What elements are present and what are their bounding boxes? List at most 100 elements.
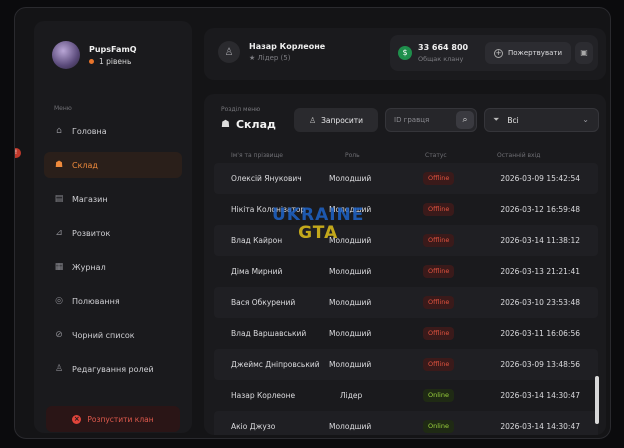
member-role: Молодший bbox=[329, 298, 372, 307]
column-status: Статус bbox=[425, 152, 447, 159]
column-name: Ім'я та прізвище bbox=[231, 152, 283, 159]
column-last-login: Останній вхід bbox=[497, 152, 541, 159]
scrollbar[interactable] bbox=[595, 376, 599, 424]
status-badge: Offline bbox=[423, 172, 455, 185]
member-role: Молодший bbox=[329, 267, 372, 276]
sidebar-item-label: Магазин bbox=[72, 194, 108, 204]
shop-icon: ▤ bbox=[54, 194, 64, 204]
table-row[interactable]: Назар Корлеоне Лідер Online 2026-03-14 14:3… bbox=[214, 380, 598, 411]
table-row[interactable]: Вася Обкурений Молодший Offline 2026-03-10 … bbox=[214, 287, 598, 318]
member-role: Молодший bbox=[329, 360, 372, 369]
invite-button[interactable]: ♙ Запросити bbox=[294, 108, 378, 132]
member-last-login: 2026-03-09 15:42:54 bbox=[500, 174, 580, 183]
member-last-login: 2026-03-14 14:30:47 bbox=[500, 391, 580, 400]
clan-header: ♙ Назар Корлеоне ★ Лідер (5) $ 33 664 80… bbox=[204, 28, 606, 80]
wallet-button[interactable]: ▣ bbox=[575, 42, 593, 64]
status-badge: Offline bbox=[423, 265, 455, 278]
sidebar-menu: ⌂ Головна ☗ Склад ▤ Магазин ⊿ Розвиток ▦ Журн… bbox=[44, 118, 182, 390]
status-badge: Offline bbox=[423, 296, 455, 309]
watermark-line2: GTA bbox=[298, 223, 339, 243]
table-row[interactable]: Акіо Джузо Молодший Online 2026-03-14 14:30… bbox=[214, 411, 598, 435]
sidebar-item-hunting[interactable]: ◎ Полювання bbox=[44, 288, 182, 314]
member-last-login: 2026-03-09 13:48:56 bbox=[500, 360, 580, 369]
user-level: 1 рівень bbox=[89, 57, 137, 66]
money-icon: $ bbox=[398, 46, 412, 60]
page-title-text: Склад bbox=[235, 118, 276, 131]
sidebar-item-label: Склад bbox=[72, 160, 98, 170]
ban-icon: ⊘ bbox=[55, 330, 63, 340]
member-name: Влад Варшавський bbox=[231, 329, 307, 338]
member-last-login: 2026-03-14 11:38:12 bbox=[500, 236, 580, 245]
donate-button[interactable]: + Пожертвувати bbox=[485, 42, 571, 64]
member-name: Назар Корлеоне bbox=[231, 391, 296, 400]
member-last-login: 2026-03-11 16:06:56 bbox=[500, 329, 580, 338]
avatar bbox=[52, 41, 80, 69]
user-profile[interactable]: PupsFamQ 1 рівень bbox=[52, 41, 137, 69]
home-icon: ⌂ bbox=[56, 126, 62, 136]
close-circle-icon: × bbox=[72, 414, 82, 424]
player-search: ⌕ bbox=[385, 108, 477, 132]
leader-info: ♙ Назар Корлеоне ★ Лідер (5) bbox=[218, 41, 325, 63]
plus-icon: + bbox=[494, 48, 503, 58]
member-role: Молодший bbox=[329, 174, 372, 183]
people-icon: ☗ bbox=[54, 160, 64, 170]
invite-label: Запросити bbox=[321, 115, 364, 125]
sidebar-item-blacklist[interactable]: ⊘ Чорний список bbox=[44, 322, 182, 348]
sidebar-item-shop[interactable]: ▤ Магазин bbox=[44, 186, 182, 212]
search-input[interactable] bbox=[386, 109, 454, 131]
member-last-login: 2026-03-10 23:53:48 bbox=[500, 298, 580, 307]
menu-label: Меню bbox=[54, 105, 72, 112]
table-row[interactable]: Діма Мирний Молодший Offline 2026-03-13 21:… bbox=[214, 256, 598, 287]
watermark-logo: UKRAINE GTA bbox=[272, 206, 364, 242]
member-name: Діма Мирний bbox=[231, 267, 283, 276]
search-icon: ⌕ bbox=[462, 115, 468, 125]
filter-value: Всі bbox=[507, 115, 519, 125]
sidebar-item-role-editing[interactable]: ♙ Редагування ролей bbox=[44, 356, 182, 382]
search-button[interactable]: ⌕ bbox=[456, 111, 474, 129]
add-user-icon: ♙ bbox=[308, 115, 317, 125]
member-role: Лідер bbox=[340, 391, 363, 400]
status-badge: Offline bbox=[423, 358, 455, 371]
sidebar-item-label: Головна bbox=[72, 126, 107, 136]
table-row[interactable]: Олексій Янукович Молодший Offline 2026-03-0… bbox=[214, 163, 598, 194]
status-badge: Offline bbox=[423, 234, 455, 247]
disband-label: Розпустити клан bbox=[87, 414, 154, 424]
user-icon: ♙ bbox=[218, 41, 240, 63]
wallet-icon: ▣ bbox=[580, 48, 588, 57]
notification-dot: ! bbox=[15, 148, 21, 158]
member-name: Джеймс Дніпровський bbox=[231, 360, 320, 369]
sidebar-item-label: Чорний список bbox=[72, 330, 135, 340]
sidebar-item-home[interactable]: ⌂ Головна bbox=[44, 118, 182, 144]
target-icon: ◎ bbox=[55, 296, 63, 306]
disband-clan-button[interactable]: × Розпустити клан bbox=[46, 406, 180, 432]
chart-icon: ⊿ bbox=[55, 228, 63, 238]
sidebar-item-members[interactable]: ☗ Склад bbox=[44, 152, 182, 178]
member-name: Вася Обкурений bbox=[231, 298, 296, 307]
member-role: Молодший bbox=[329, 329, 372, 338]
balance-label: Общак клану bbox=[418, 55, 464, 63]
app-window: ! PupsFamQ 1 рівень Меню ⌂ Головна ☗ Склад… bbox=[14, 7, 611, 439]
sidebar-item-label: Полювання bbox=[72, 296, 120, 306]
members-panel: Розділ меню ☗ Склад ♙ Запросити ⌕ ⏷ Всі ⌄ Ім… bbox=[204, 94, 606, 435]
leader-role: ★ Лідер (5) bbox=[249, 54, 291, 62]
sidebar-item-label: Розвиток bbox=[72, 228, 111, 238]
role-filter-select[interactable]: ⏷ Всі ⌄ bbox=[484, 108, 599, 132]
filter-icon: ⏷ bbox=[493, 115, 500, 124]
balance-value: 33 664 800 bbox=[418, 43, 469, 52]
notification-marker: ! bbox=[15, 148, 25, 162]
people-icon: ☗ bbox=[221, 119, 230, 130]
member-name: Олексій Янукович bbox=[231, 174, 302, 183]
member-last-login: 2026-03-13 21:21:41 bbox=[500, 267, 580, 276]
sidebar-item-journal[interactable]: ▦ Журнал bbox=[44, 254, 182, 280]
member-last-login: 2026-03-14 14:30:47 bbox=[500, 422, 580, 431]
chevron-down-icon: ⌄ bbox=[582, 115, 589, 124]
sidebar-item-development[interactable]: ⊿ Розвиток bbox=[44, 220, 182, 246]
sidebar-item-label: Редагування ролей bbox=[72, 364, 154, 374]
status-badge: Online bbox=[423, 420, 454, 433]
member-name: Акіо Джузо bbox=[231, 422, 276, 431]
user-name: PupsFamQ bbox=[89, 44, 137, 54]
table-row[interactable]: Влад Варшавський Молодший Offline 2026-03-1… bbox=[214, 318, 598, 349]
members-table: Олексій Янукович Молодший Offline 2026-03-0… bbox=[214, 163, 598, 435]
journal-icon: ▦ bbox=[54, 262, 64, 272]
table-row[interactable]: Джеймс Дніпровський Молодший Offline 2026-0… bbox=[214, 349, 598, 380]
